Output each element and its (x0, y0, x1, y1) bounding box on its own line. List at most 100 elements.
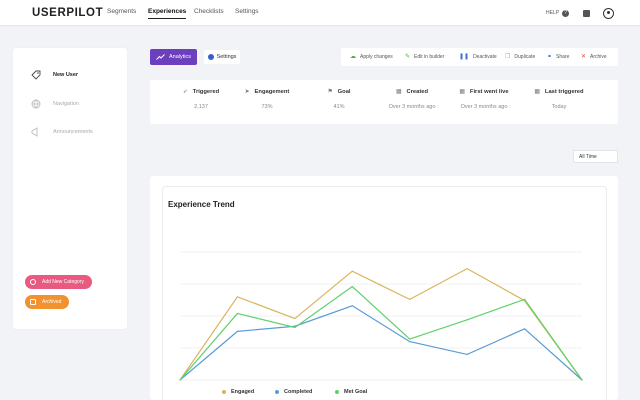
calendar-icon: ▦ (534, 89, 540, 95)
cloud-icon: ☁ (350, 54, 356, 60)
stat-first-went-live: ▦ First went live Over 3 months ago (450, 89, 518, 110)
settings-label: Settings (216, 54, 237, 60)
analytics-label: Analytics (168, 54, 191, 60)
archived-button[interactable]: Archived (25, 295, 70, 309)
stat-value: Today (551, 104, 567, 110)
calendar-icon: ▦ (395, 89, 402, 95)
pencil-icon: ✎ (405, 54, 411, 60)
data-point[interactable] (409, 298, 411, 300)
data-point[interactable] (581, 379, 583, 381)
data-point[interactable] (294, 326, 296, 329)
trend-up-icon (156, 54, 165, 60)
legend-label: Engaged (231, 389, 255, 395)
legend-dot (275, 390, 279, 394)
close-icon: ✕ (581, 54, 587, 60)
data-point[interactable] (351, 285, 353, 288)
apply-changes-button[interactable]: ☁ Apply changes (350, 53, 393, 61)
experience-stats-card: ➶ Triggered 2,137 ➤ Engagement 73% ⚑ Goal 4… (150, 80, 618, 124)
stat-value: Over 3 months ago (388, 104, 436, 110)
data-point[interactable] (236, 330, 239, 332)
data-point[interactable] (351, 305, 353, 307)
stat-triggered: ➶ Triggered 2,137 (176, 89, 226, 110)
book-icon[interactable] (583, 10, 590, 17)
data-point[interactable] (523, 298, 526, 300)
stat-created: ▦ Created Over 3 months ago (380, 89, 444, 110)
sidebar-item-label: Announcements (53, 129, 93, 135)
settings-tab-button[interactable]: Settings (204, 50, 240, 64)
data-point[interactable] (236, 312, 239, 315)
stat-label: Created (406, 89, 429, 95)
nav-segments[interactable]: Segments (107, 8, 136, 15)
data-point[interactable] (523, 328, 526, 330)
data-point[interactable] (466, 353, 468, 355)
sidebar-item-label: Navigation (53, 101, 79, 107)
experience-action-bar: ☁ Apply changes ✎ Edit in builder ❚❚ Dea… (341, 48, 618, 66)
nav-experiences[interactable]: Experiences (148, 8, 187, 19)
plus-icon (30, 279, 36, 285)
sidebar-item-navigation[interactable]: Navigation (31, 98, 79, 110)
stat-label: Goal (337, 89, 351, 95)
apply-changes-label: Apply changes (360, 53, 393, 60)
stat-value: Over 3 months ago (460, 104, 508, 110)
legend-met-goal[interactable]: Met Goal (335, 389, 367, 395)
copy-icon: ❐ (505, 54, 511, 60)
add-category-label: Add New Category (42, 279, 84, 285)
stat-value: 73% (261, 104, 273, 110)
data-point[interactable] (179, 379, 181, 381)
stat-goal: ⚑ Goal 41% (318, 89, 360, 110)
archive-box-icon (30, 299, 36, 305)
date-range-select[interactable]: All Time (573, 150, 618, 163)
data-point[interactable] (409, 341, 411, 343)
userpilot-logo[interactable]: USERPILOT (32, 7, 103, 19)
duplicate-button[interactable]: ❐ Duplicate (505, 53, 536, 61)
sidebar-item-new-user[interactable]: New User (31, 69, 78, 81)
nav-checklists[interactable]: Checklists (194, 8, 224, 15)
stat-value: 2,137 (194, 104, 208, 110)
edit-in-builder-button[interactable]: ✎ Edit in builder (405, 53, 445, 61)
series-line-met-goal[interactable] (179, 285, 583, 381)
category-sidebar: New User Navigation Announcements Add Ne… (13, 48, 127, 329)
data-point[interactable] (466, 268, 468, 270)
stat-value: 41% (333, 104, 345, 110)
series-line-completed[interactable] (179, 305, 583, 381)
help-icon[interactable]: ? (562, 10, 569, 17)
stat-last-triggered: ▦ Last triggered Today (526, 89, 592, 110)
data-point[interactable] (466, 319, 468, 321)
data-point[interactable] (351, 270, 353, 272)
globe-icon (31, 99, 41, 109)
legend-engaged[interactable]: Engaged (222, 389, 254, 395)
share-label: Share (556, 53, 570, 60)
archived-label: Archived (42, 299, 62, 305)
deactivate-label: Deactivate (473, 53, 497, 60)
archive-button[interactable]: ✕ Archive (581, 53, 607, 61)
analytics-tab-button[interactable]: Analytics (150, 49, 197, 65)
stat-label: First went live (469, 89, 509, 95)
data-point[interactable] (409, 338, 411, 340)
pause-icon: ❚❚ (459, 54, 470, 60)
stat-engagement: ➤ Engagement 73% (242, 89, 292, 110)
experience-trend-card: Experience Trend Engaged Completed Met G… (150, 176, 618, 400)
top-nav: USERPILOT Segments Experiences Checklist… (0, 0, 640, 26)
calendar-icon: ▦ (459, 89, 465, 95)
help-link[interactable]: HELP (546, 10, 559, 16)
deactivate-button[interactable]: ❚❚ Deactivate (459, 53, 497, 61)
sidebar-item-announcements[interactable]: Announcements (31, 126, 93, 138)
data-point[interactable] (294, 317, 296, 320)
link-icon: ⚭ (547, 54, 553, 60)
archive-label: Archive (590, 53, 607, 60)
legend-label: Completed (284, 389, 313, 395)
data-point[interactable] (236, 296, 239, 298)
legend-dot (222, 390, 226, 394)
share-button[interactable]: ⚭ Share (547, 53, 570, 61)
edit-in-builder-label: Edit in builder (414, 53, 445, 60)
duplicate-label: Duplicate (514, 53, 536, 60)
add-category-button[interactable]: Add New Category (25, 275, 92, 289)
pointer-icon: ➤ (244, 89, 250, 95)
user-avatar-icon[interactable] (603, 8, 614, 19)
nav-settings[interactable]: Settings (235, 8, 259, 15)
gear-icon (207, 54, 214, 60)
stat-label: Last triggered (544, 89, 584, 95)
legend-completed[interactable]: Completed (275, 389, 312, 395)
legend-label: Met Goal (344, 389, 368, 395)
megaphone-icon (31, 127, 38, 137)
